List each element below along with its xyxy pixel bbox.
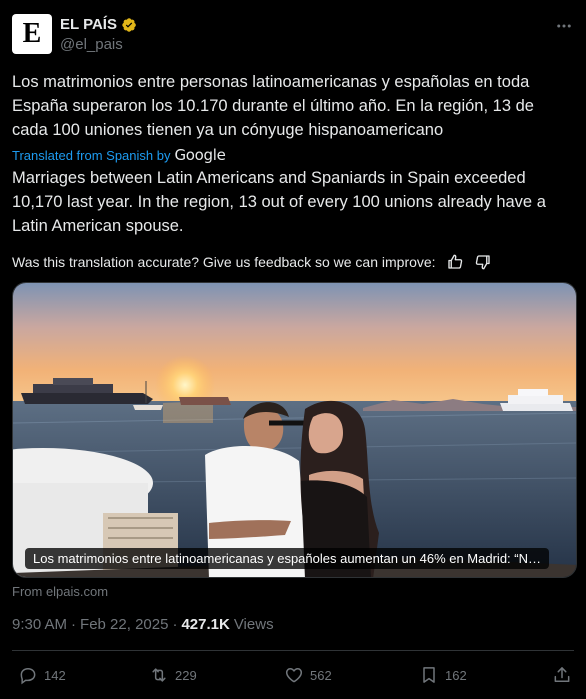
- tweet-date[interactable]: Feb 22, 2025: [80, 616, 168, 633]
- meta-separator: ·: [71, 616, 77, 633]
- repost-count: 229: [175, 667, 197, 683]
- tweet-media-card[interactable]: Los matrimonios entre latinoamericanas y…: [12, 282, 577, 578]
- like-count: 562: [310, 667, 332, 683]
- verified-badge-icon[interactable]: [121, 17, 137, 33]
- cruise-ship-left: [21, 393, 153, 404]
- heart-icon: [285, 668, 303, 683]
- cruise-ship-center: [179, 397, 231, 405]
- tweet-time[interactable]: 9:30 AM: [12, 616, 67, 633]
- reply-icon: [20, 667, 36, 685]
- translation-feedback: Was this translation accurate? Give us f…: [12, 252, 492, 272]
- repost-icon: [152, 668, 166, 682]
- google-logo-text: Google: [174, 146, 226, 164]
- display-name-row: EL PAÍS: [60, 16, 137, 33]
- tweet-meta: 9:30 AM · Feb 22, 2025 · 427.1K Views: [12, 616, 274, 633]
- thumbs-down-icon[interactable]: [474, 253, 492, 271]
- share-icon: [554, 667, 570, 682]
- tweet-original-text: Los matrimonios entre personas latinoame…: [12, 73, 534, 139]
- translated-label: Translated from Spanish by: [12, 147, 171, 163]
- tweet-actions: 142 229 562 162: [12, 663, 574, 687]
- feedback-prompt: Was this translation accurate? Give us f…: [12, 254, 436, 270]
- reply-button[interactable]: 142: [18, 663, 66, 687]
- more-options-icon[interactable]: [554, 16, 574, 36]
- views-label: Views: [233, 616, 274, 633]
- repost-button[interactable]: 229: [149, 663, 197, 687]
- media-source[interactable]: From elpais.com: [12, 584, 108, 599]
- author-avatar[interactable]: E: [12, 14, 52, 54]
- media-caption: Los matrimonios entre latinoamericanas y…: [25, 548, 549, 569]
- reply-count: 142: [44, 667, 66, 683]
- like-button[interactable]: 562: [284, 663, 332, 687]
- article-photo: [13, 283, 576, 577]
- thumbs-up-icon[interactable]: [446, 253, 464, 271]
- translation-attribution[interactable]: Translated from Spanish by Google: [12, 146, 226, 164]
- avatar-logo-letter: E: [22, 18, 42, 49]
- meta-separator: ·: [172, 616, 178, 633]
- bookmark-icon: [423, 667, 435, 683]
- bookmark-button[interactable]: 162: [419, 663, 467, 687]
- bookmark-count: 162: [445, 667, 467, 683]
- share-button[interactable]: [552, 663, 572, 687]
- tweet-translated-text: Marriages between Latin Americans and Sp…: [12, 169, 546, 235]
- tweet-header: E EL PAÍS @el_pais: [12, 14, 574, 58]
- author-names: EL PAÍS @el_pais: [60, 16, 137, 53]
- divider: [12, 650, 574, 651]
- author-display-name[interactable]: EL PAÍS: [60, 16, 117, 33]
- views-count: 427.1K: [181, 616, 230, 633]
- cruise-ship-right: [500, 403, 573, 411]
- author-handle[interactable]: @el_pais: [60, 36, 137, 53]
